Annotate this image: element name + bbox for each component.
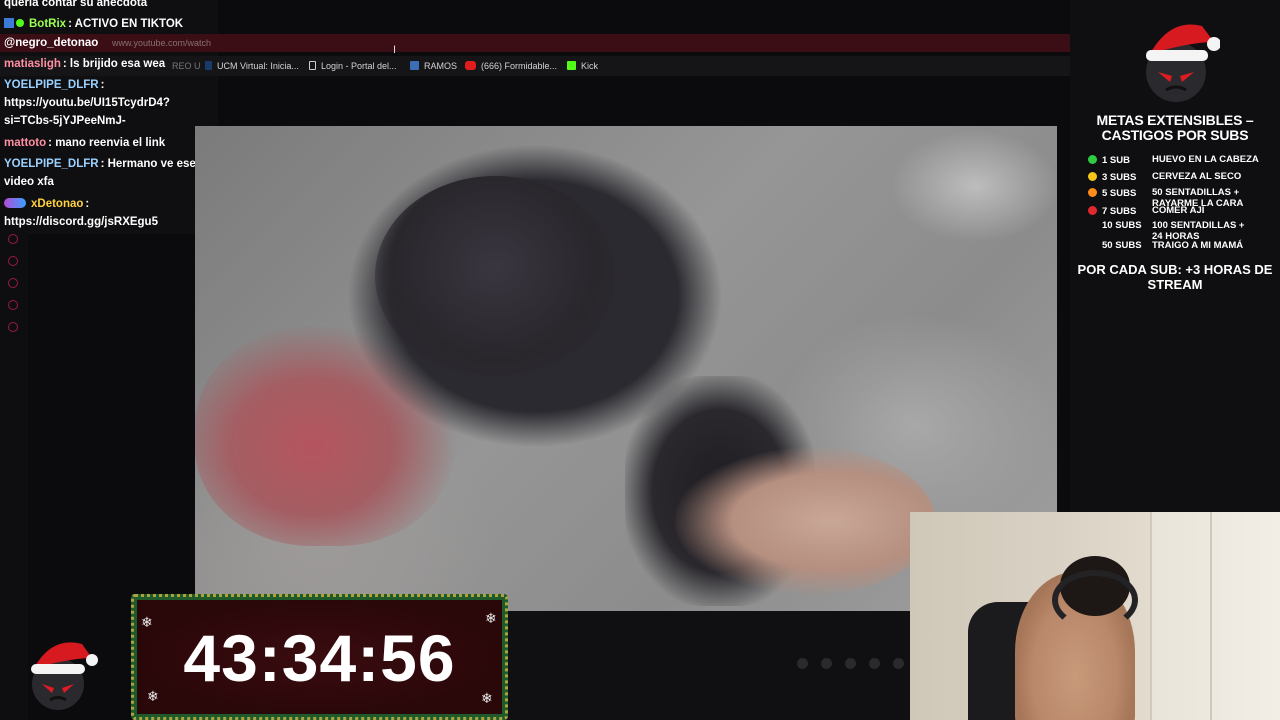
sidebar-icon-5[interactable] (8, 322, 18, 332)
webcam-feed (910, 512, 1280, 720)
countdown-timer: 43:34:56 (183, 621, 456, 695)
chat-message: mattoto: mano reenvia el link (4, 137, 166, 149)
bookmark-login-portal[interactable]: Login - Portal del... (309, 61, 397, 71)
bookmark-ucm-virtual[interactable]: UCM Virtual: Inicia... (205, 61, 299, 71)
goal-item: 5 SUBS 50 SENTADILLAS + RAYARME LA CARA (1088, 187, 1243, 208)
chat-message: YOELPIPE_DLFR: (4, 79, 105, 91)
chat-username[interactable]: xDetonao (31, 198, 83, 210)
chat-message: BotRix: ACTIVO EN TIKTOK (4, 15, 204, 34)
bookmark-ramos[interactable]: RAMOS (410, 61, 457, 71)
santa-mascot-icon (1146, 24, 1220, 102)
chat-message: YOELPIPE_DLFR: Hermano ve ese (4, 158, 196, 170)
page-icon (309, 61, 316, 70)
chat-mention[interactable]: @negro_detonao (4, 37, 98, 49)
status-dot-icon (1088, 206, 1097, 215)
carousel-dot[interactable] (821, 658, 832, 669)
ucm-icon (205, 61, 212, 70)
chat-username[interactable]: YOELPIPE_DLFR (4, 158, 99, 170)
chat-message: queria contar su anecdota (4, 0, 148, 9)
webcam-wardrobe-seam (1210, 512, 1212, 720)
goal-item: 1 SUB HUEVO EN LA CABEZA (1088, 154, 1259, 167)
ramos-icon (410, 61, 419, 70)
text-cursor-icon: I (393, 44, 397, 56)
video-figure-arm (675, 446, 935, 596)
chat-message: xDetonao: (4, 195, 204, 214)
carousel-dot[interactable] (893, 658, 904, 669)
goal-item: 10 SUBS 100 SENTADILLAS + 24 HORAS (1102, 220, 1245, 242)
sidebar-icon-3[interactable] (8, 278, 18, 288)
goal-item: 50 SUBS TRAIGO A MI MAMÁ (1102, 240, 1244, 251)
sidebar-icon-1[interactable] (8, 234, 18, 244)
bookmark-youtube[interactable]: (666) Formidable... (465, 61, 557, 71)
per-sub-text: POR CADA SUB: +3 HORAS DE STREAM (1077, 262, 1273, 292)
carousel-dot[interactable] (845, 658, 856, 669)
goal-item: 7 SUBS COMER AJI (1088, 205, 1204, 218)
goals-title: METAS EXTENSIBLES – CASTIGOS POR SUBS (1096, 112, 1254, 143)
status-dot-icon (1088, 172, 1097, 181)
chat-username[interactable]: YOELPIPE_DLFR (4, 79, 99, 91)
verified-badge-icon (16, 19, 24, 27)
chat-message: @negro_detonao (4, 34, 204, 53)
carousel-dot[interactable] (869, 658, 880, 669)
carousel-dot[interactable] (797, 658, 808, 669)
chat-username[interactable]: matiasligh (4, 58, 61, 70)
sidebar-icon-4[interactable] (8, 300, 18, 310)
chat-link[interactable]: https://youtu.be/UI15TcydrD4? (4, 94, 204, 113)
goal-item: 3 SUBS CERVEZA AL SECO (1088, 171, 1241, 184)
youtube-icon (465, 61, 476, 70)
sidebar-icon-2[interactable] (8, 256, 18, 266)
headset-icon (1052, 570, 1138, 630)
sub-badge-icon (4, 198, 26, 208)
chat-username[interactable]: BotRix (29, 18, 66, 30)
chat-message: video xfa (4, 176, 54, 188)
chat-message: matiasligh: ls brijido esa wea (4, 58, 166, 70)
bot-badge-icon (4, 18, 14, 28)
bookmark-kick[interactable]: Kick (567, 61, 598, 71)
status-dot-icon (1088, 188, 1097, 197)
chat-link[interactable]: si=TCbs-5jYJPeeNmJ- (4, 112, 204, 131)
status-dot-icon (1088, 155, 1097, 164)
video-figure-head (375, 176, 615, 376)
santa-mascot-icon (31, 642, 98, 710)
chat-link[interactable]: https://discord.gg/jsRXEgu5 (4, 213, 204, 232)
chat-username[interactable]: mattoto (4, 137, 46, 149)
kick-icon (567, 61, 576, 70)
webcam-wardrobe (1150, 512, 1280, 720)
